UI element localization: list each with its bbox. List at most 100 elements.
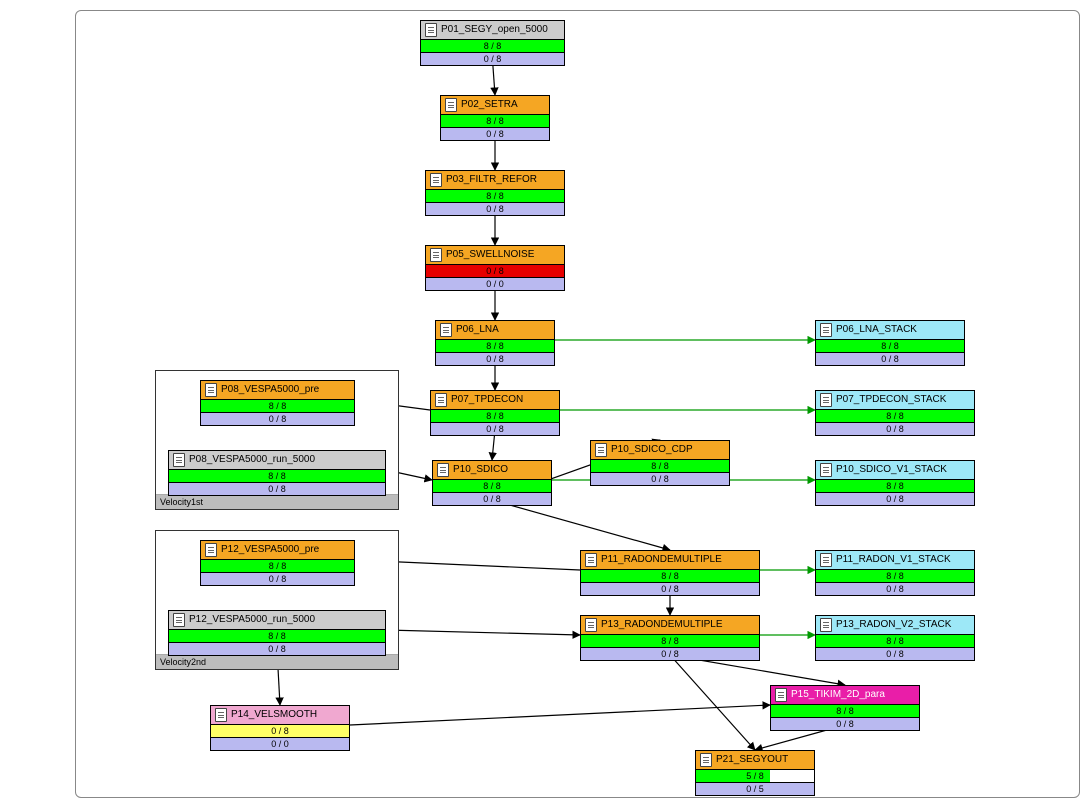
node-p11s[interactable]: P11_RADON_V1_STACK8 / 80 / 8 [815, 550, 975, 596]
document-icon [775, 688, 787, 702]
node-title[interactable]: P06_LNA_STACK [815, 320, 965, 340]
progress-bar-2: 0 / 8 [168, 483, 386, 496]
node-title-text: P10_SDICO_V1_STACK [836, 463, 947, 477]
node-title[interactable]: P07_TPDECON_STACK [815, 390, 975, 410]
progress-bar-1: 8 / 8 [432, 480, 552, 493]
node-title-text: P11_RADONDEMULTIPLE [601, 553, 722, 567]
progress-label: 0 / 8 [486, 204, 504, 214]
node-title[interactable]: P08_VESPA5000_pre [200, 380, 355, 400]
node-title-text: P06_LNA [456, 323, 499, 337]
progress-label: 8 / 8 [886, 636, 904, 646]
progress-bar-1: 8 / 8 [815, 410, 975, 423]
canvas: Velocity1stVelocity2ndP01_SEGY_open_5000… [0, 0, 1090, 808]
progress-label: 0 / 8 [886, 494, 904, 504]
node-title[interactable]: P01_SEGY_open_5000 [420, 20, 565, 40]
progress-label: 0 / 8 [486, 129, 504, 139]
node-title[interactable]: P10_SDICO_CDP [590, 440, 730, 460]
document-icon [425, 23, 437, 37]
progress-label: 8 / 8 [268, 631, 286, 641]
group-label: Velocity1st [156, 494, 398, 509]
node-title[interactable]: P06_LNA [435, 320, 555, 340]
node-p13s[interactable]: P13_RADON_V2_STACK8 / 80 / 8 [815, 615, 975, 661]
node-title[interactable]: P03_FILTR_REFOR [425, 170, 565, 190]
node-p12r[interactable]: P12_VESPA5000_run_50008 / 8 0 / 8 [168, 610, 386, 656]
progress-label: 0 / 8 [271, 726, 289, 736]
node-p10c[interactable]: P10_SDICO_CDP8 / 80 / 8 [590, 440, 730, 486]
node-title-text: P12_VESPA5000_pre [221, 543, 319, 557]
document-icon [215, 708, 227, 722]
node-title[interactable]: P02_SETRA [440, 95, 550, 115]
node-p08p[interactable]: P08_VESPA5000_pre8 / 80 / 8 [200, 380, 355, 426]
node-p21[interactable]: P21_SEGYOUT 5 / 8 0 / 5 [695, 750, 815, 796]
progress-bar-1: 8 / 8 [815, 570, 975, 583]
node-title-text: P08_VESPA5000_pre [221, 383, 319, 397]
progress-bar-2: 0 / 8 [425, 203, 565, 216]
progress-label: 8 / 8 [661, 571, 679, 581]
node-p06[interactable]: P06_LNA 8 / 80 / 8 [435, 320, 555, 366]
document-icon [820, 618, 832, 632]
node-p05[interactable]: P05_SWELLNOISE0 / 80 / 0 [425, 245, 565, 291]
progress-label: 8 / 8 [486, 411, 504, 421]
node-p02[interactable]: P02_SETRA 8 / 80 / 8 [440, 95, 550, 141]
node-p03[interactable]: P03_FILTR_REFOR8 / 80 / 8 [425, 170, 565, 216]
node-title[interactable]: P10_SDICO_V1_STACK [815, 460, 975, 480]
document-icon [585, 553, 597, 567]
node-title[interactable]: P07_TPDECON [430, 390, 560, 410]
node-p12p[interactable]: P12_VESPA5000_pre8 / 80 / 8 [200, 540, 355, 586]
progress-bar-2: 0 / 8 [770, 718, 920, 731]
progress-label: 8 / 8 [268, 471, 286, 481]
node-title[interactable]: P11_RADONDEMULTIPLE [580, 550, 760, 570]
progress-label: 5 / 8 [746, 771, 764, 781]
progress-label: 8 / 8 [881, 341, 899, 351]
node-title-text: P21_SEGYOUT [716, 753, 788, 767]
node-p07[interactable]: P07_TPDECON8 / 80 / 8 [430, 390, 560, 436]
progress-bar-1: 8 / 8 [440, 115, 550, 128]
node-title[interactable]: P11_RADON_V1_STACK [815, 550, 975, 570]
progress-label: 0 / 8 [269, 414, 287, 424]
node-title[interactable]: P13_RADON_V2_STACK [815, 615, 975, 635]
progress-bar-2: 0 / 8 [440, 128, 550, 141]
progress-bar-1: 8 / 8 [168, 630, 386, 643]
node-title[interactable]: P14_VELSMOOTH [210, 705, 350, 725]
progress-bar-2: 0 / 0 [425, 278, 565, 291]
node-p10[interactable]: P10_SDICO8 / 80 / 8 [432, 460, 552, 506]
node-title-text: P14_VELSMOOTH [231, 708, 317, 722]
progress-bar-2: 0 / 5 [695, 783, 815, 796]
node-p08r[interactable]: P08_VESPA5000_run_50008 / 8 0 / 8 [168, 450, 386, 496]
node-p10s[interactable]: P10_SDICO_V1_STACK8 / 80 / 8 [815, 460, 975, 506]
progress-bar-2: 0 / 8 [168, 643, 386, 656]
node-p13[interactable]: P13_RADONDEMULTIPLE8 / 8 0 / 8 [580, 615, 760, 661]
document-icon [430, 173, 442, 187]
node-title[interactable]: P12_VESPA5000_run_5000 [168, 610, 386, 630]
document-icon [700, 753, 712, 767]
node-title[interactable]: P05_SWELLNOISE [425, 245, 565, 265]
node-p14[interactable]: P14_VELSMOOTH0 / 80 / 0 [210, 705, 350, 751]
node-p15[interactable]: P15_TIKIM_2D_para8 / 80 / 8 [770, 685, 920, 731]
progress-bar-1: 8 / 8 [590, 460, 730, 473]
node-title-text: P15_TIKIM_2D_para [791, 688, 885, 702]
node-title-text: P02_SETRA [461, 98, 518, 112]
node-p06s[interactable]: P06_LNA_STACK8 / 80 / 8 [815, 320, 965, 366]
progress-bar-2: 0 / 8 [815, 583, 975, 596]
progress-bar-1: 5 / 8 [695, 770, 815, 783]
progress-label: 8 / 8 [661, 636, 679, 646]
node-p01[interactable]: P01_SEGY_open_50008 / 80 / 8 [420, 20, 565, 66]
progress-bar-1: 8 / 8 [815, 635, 975, 648]
progress-label: 0 / 8 [886, 584, 904, 594]
node-title-text: P10_SDICO [453, 463, 508, 477]
document-icon [440, 323, 452, 337]
progress-label: 0 / 8 [651, 474, 669, 484]
node-title[interactable]: P21_SEGYOUT [695, 750, 815, 770]
node-p07s[interactable]: P07_TPDECON_STACK8 / 80 / 8 [815, 390, 975, 436]
progress-bar-2: 0 / 8 [435, 353, 555, 366]
progress-bar-1: 8 / 8 [435, 340, 555, 353]
node-p11[interactable]: P11_RADONDEMULTIPLE8 / 80 / 8 [580, 550, 760, 596]
node-title[interactable]: P15_TIKIM_2D_para [770, 685, 920, 705]
node-title[interactable]: P10_SDICO [432, 460, 552, 480]
node-title[interactable]: P08_VESPA5000_run_5000 [168, 450, 386, 470]
node-title[interactable]: P13_RADONDEMULTIPLE [580, 615, 760, 635]
progress-bar-1: 0 / 8 [425, 265, 565, 278]
node-title[interactable]: P12_VESPA5000_pre [200, 540, 355, 560]
progress-bar-2: 0 / 8 [580, 648, 760, 661]
node-title-text: P07_TPDECON_STACK [836, 393, 946, 407]
